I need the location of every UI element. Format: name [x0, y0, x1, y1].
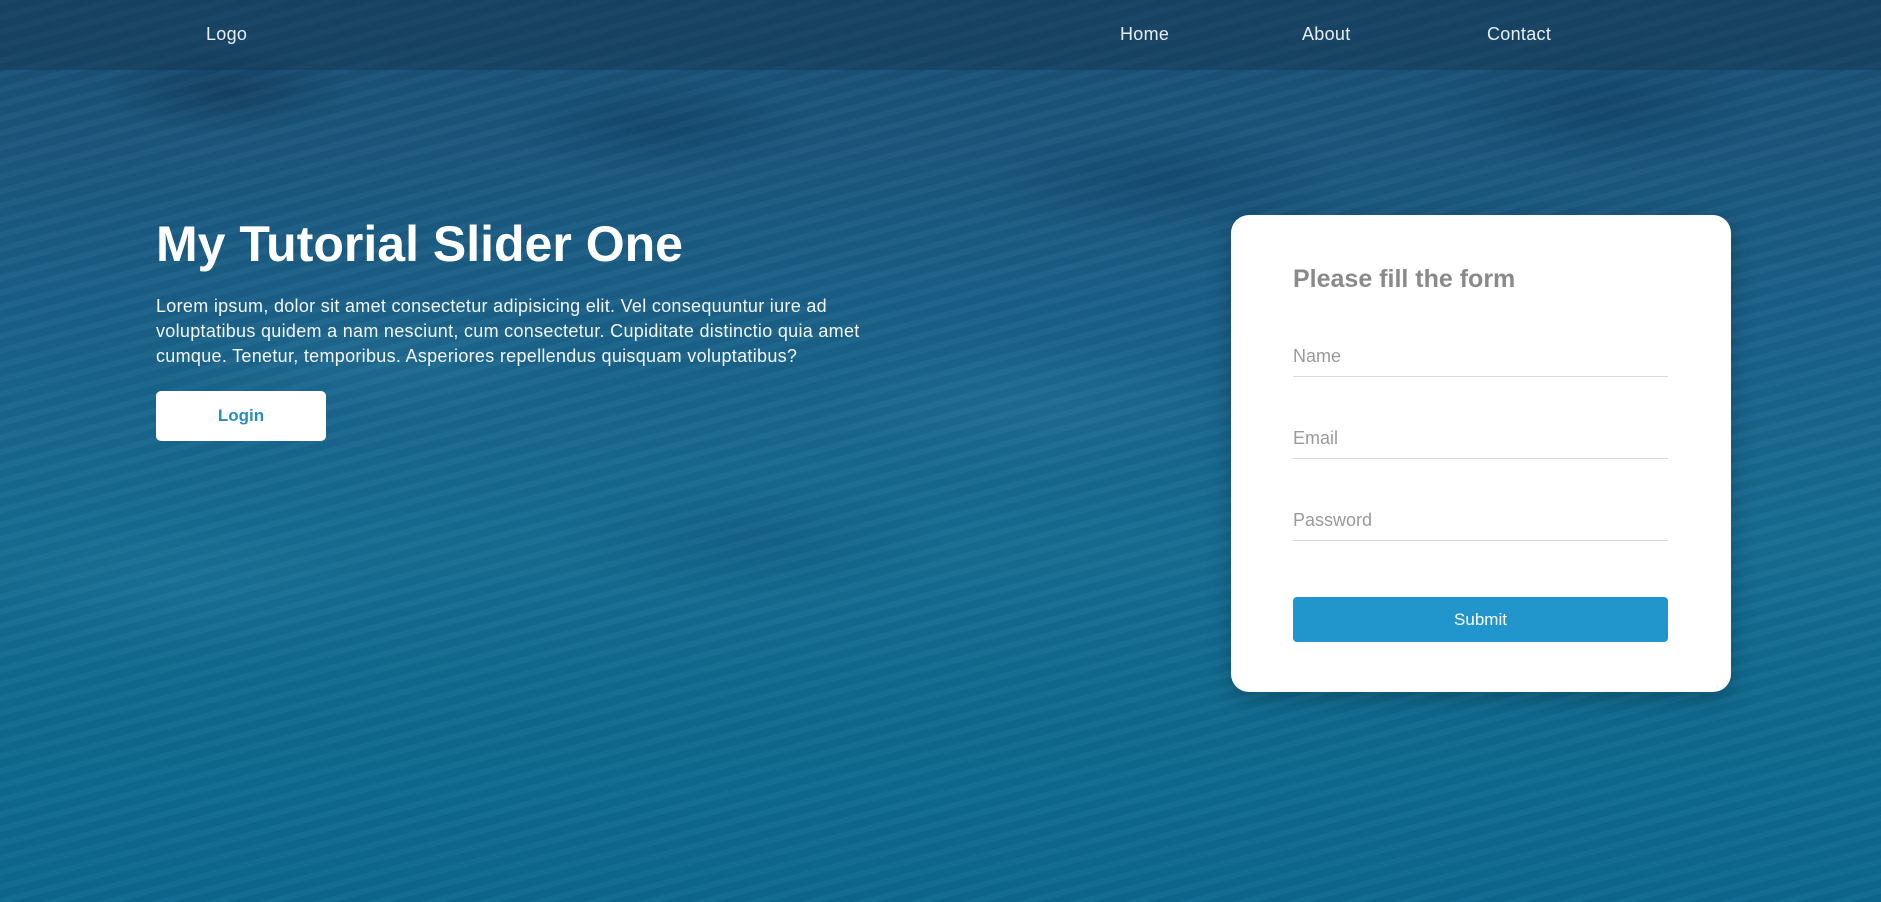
form-title: Please fill the form: [1293, 265, 1516, 293]
password-field[interactable]: [1293, 500, 1668, 541]
logo[interactable]: Logo: [206, 24, 247, 45]
hero-title: My Tutorial Slider One: [156, 216, 683, 272]
hero-description: Lorem ipsum, dolor sit amet consectetur …: [156, 296, 860, 366]
navbar: Logo Home About Contact: [0, 0, 1881, 70]
signup-form-card: Please fill the form Submit: [1231, 215, 1731, 692]
nav-link-about[interactable]: About: [1302, 24, 1351, 45]
hero-section: My Tutorial Slider One Lorem ipsum, dolo…: [156, 214, 916, 369]
nav-link-home[interactable]: Home: [1120, 24, 1169, 45]
email-field[interactable]: [1293, 418, 1668, 459]
login-button[interactable]: Login: [156, 391, 326, 441]
nav-link-contact[interactable]: Contact: [1487, 24, 1551, 45]
submit-button[interactable]: Submit: [1293, 597, 1668, 642]
name-field[interactable]: [1293, 336, 1668, 377]
